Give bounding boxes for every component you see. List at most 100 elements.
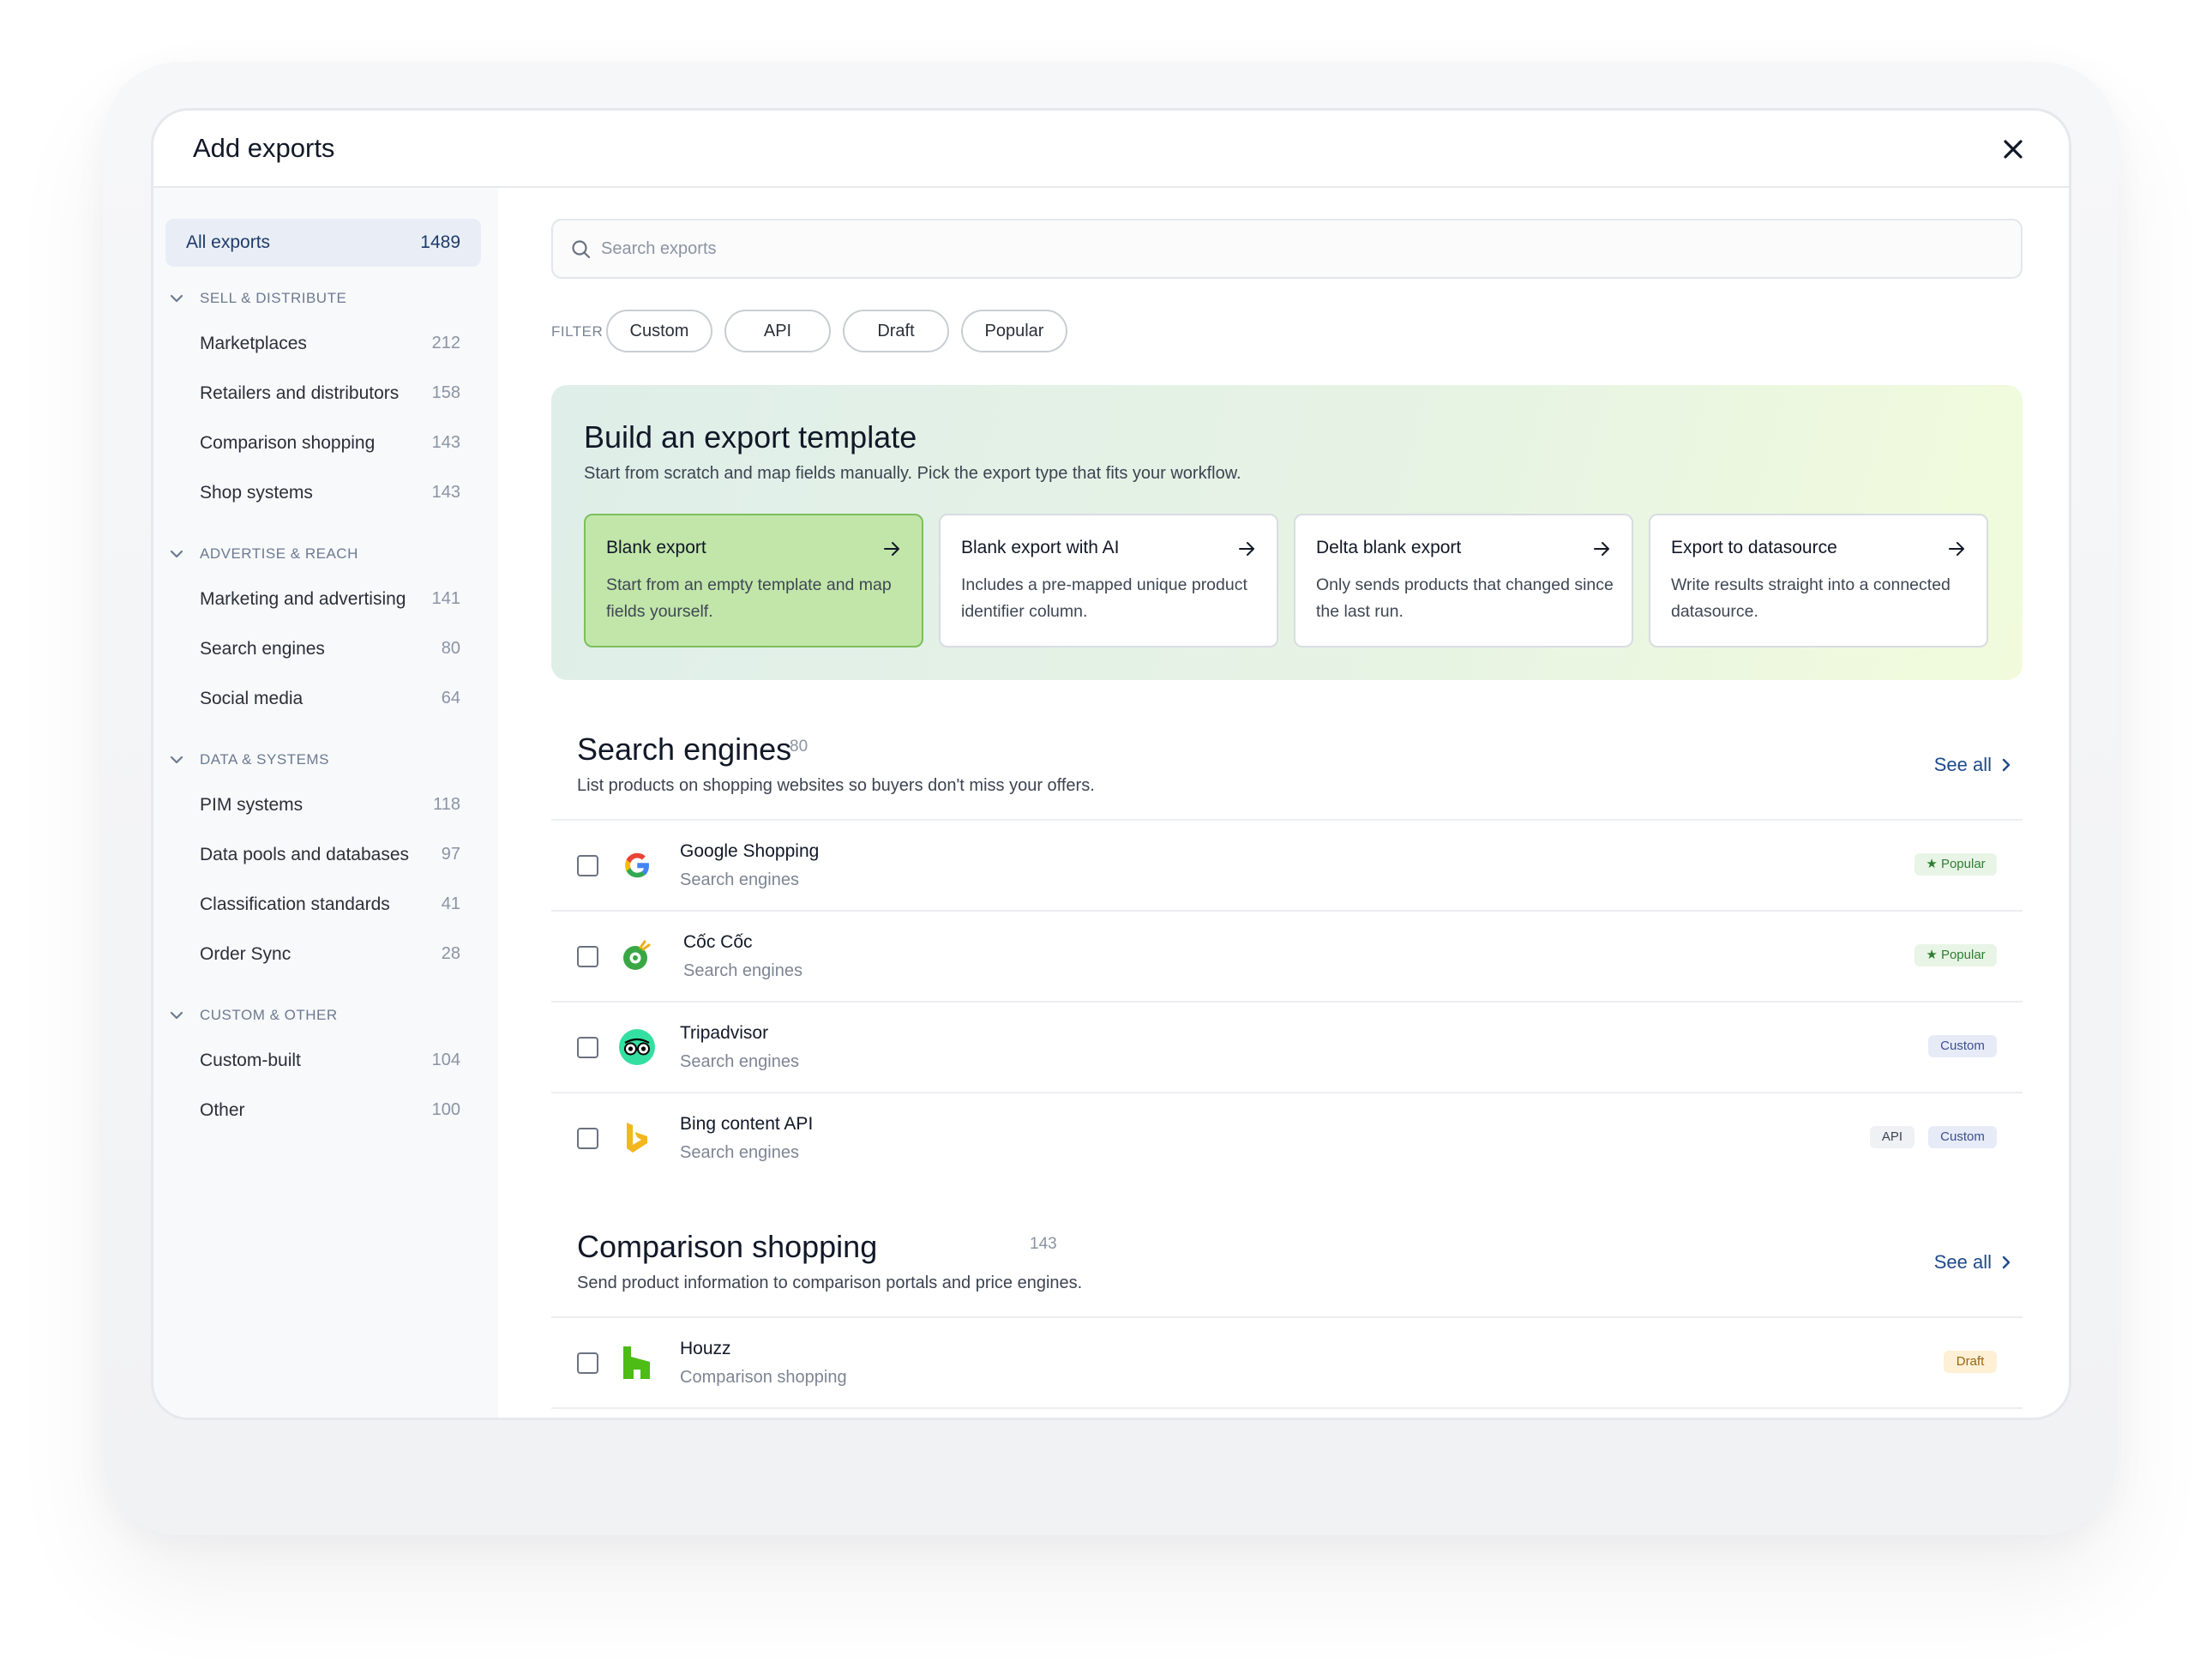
- row-checkbox[interactable]: [577, 946, 598, 967]
- list-item-bing-content-api[interactable]: Bing content API Search engines API Cust…: [551, 1093, 2023, 1183]
- search-input[interactable]: [601, 220, 1990, 277]
- modal-title: Add exports: [193, 133, 335, 163]
- sidebar-item-label: Search engines: [200, 639, 325, 659]
- sidebar-item-label: Classification standards: [200, 894, 390, 914]
- list-item-google-shopping[interactable]: Google Shopping Search engines ★ Popular: [551, 821, 2023, 910]
- group-title: ADVERTISE & REACH: [200, 545, 358, 562]
- filter-chip-draft[interactable]: Draft: [843, 310, 949, 352]
- sidebar-item-comparison-shopping[interactable]: Comparison shopping 143: [153, 426, 498, 461]
- row-checkbox[interactable]: [577, 1037, 598, 1058]
- section-title-comparison-shopping: Comparison shopping: [577, 1229, 878, 1264]
- arrow-right-icon: [884, 542, 899, 556]
- template-card-delta-blank-export[interactable]: Delta blank export Only sends products t…: [1294, 514, 1633, 647]
- divider: [551, 1407, 2023, 1409]
- sidebar-item-custom-built[interactable]: Custom-built 104: [153, 1044, 498, 1078]
- status-badge-api: API: [1870, 1126, 1914, 1148]
- sidebar-item-marketplaces[interactable]: Marketplaces 212: [153, 327, 498, 361]
- template-card-title: Blank export: [606, 538, 706, 557]
- modal-header: Add exports: [153, 111, 2069, 188]
- sidebar-item-all-exports[interactable]: All exports 1489: [165, 219, 481, 267]
- sidebar-item-label: Social media: [200, 689, 304, 708]
- row-name: Bing content API: [680, 1114, 814, 1134]
- chevron-down-icon: [170, 1011, 183, 1020]
- main-content: FILTER BY Custom API Draft Popular Build…: [498, 188, 2069, 1418]
- sidebar-item-count: 28: [441, 944, 460, 963]
- sidebar-item-retailers[interactable]: Retailers and distributors 158: [153, 376, 498, 411]
- chevron-right-icon: [2002, 758, 2011, 772]
- sidebar-item-count: 41: [441, 894, 460, 913]
- filter-chip-api[interactable]: API: [724, 310, 831, 352]
- chevron-down-icon: [170, 756, 183, 764]
- see-all-link-search-engines[interactable]: See all: [1933, 754, 2011, 776]
- sidebar-item-data-pools[interactable]: Data pools and databases 97: [153, 838, 498, 872]
- sidebar-item-label: All exports: [186, 232, 271, 252]
- group-title: CUSTOM & OTHER: [200, 1007, 338, 1023]
- template-card-export-to-datasource[interactable]: Export to datasource Write results strai…: [1649, 514, 1988, 647]
- sidebar-item-social-media[interactable]: Social media 64: [153, 682, 498, 716]
- see-all-link-comparison-shopping[interactable]: See all: [1933, 1251, 2011, 1274]
- sidebar-item-label: Marketplaces: [200, 334, 307, 353]
- row-category: Search engines: [680, 870, 799, 889]
- close-icon: [2004, 140, 2023, 159]
- sidebar-item-other[interactable]: Other 100: [153, 1093, 498, 1128]
- filter-chip-custom[interactable]: Custom: [606, 310, 712, 352]
- group-title: SELL & DISTRIBUTE: [200, 290, 347, 306]
- sidebar-item-shop-systems[interactable]: Shop systems 143: [153, 476, 498, 510]
- sidebar-item-search-engines[interactable]: Search engines 80: [153, 632, 498, 666]
- sidebar-item-pim-systems[interactable]: PIM systems 118: [153, 788, 498, 822]
- sidebar-item-count: 158: [431, 383, 460, 402]
- close-button[interactable]: [1997, 133, 2029, 166]
- export-template-panel: Build an export template Start from scra…: [551, 385, 2023, 680]
- sidebar-item-label: Other: [200, 1100, 245, 1120]
- sidebar-item-marketing[interactable]: Marketing and advertising 141: [153, 582, 498, 617]
- bing-logo: [627, 1123, 647, 1153]
- section-count: 80: [790, 738, 808, 756]
- chevron-right-icon: [2002, 1256, 2011, 1269]
- row-checkbox[interactable]: [577, 1352, 598, 1374]
- list-item-houzz[interactable]: Houzz Comparison shopping Draft: [551, 1318, 2023, 1407]
- sidebar-item-count: 100: [431, 1100, 460, 1119]
- row-category: Search engines: [683, 961, 802, 980]
- arrow-right-icon: [1949, 542, 1964, 556]
- arrow-right-icon: [1594, 542, 1609, 556]
- section-count: 143: [1030, 1235, 1057, 1253]
- row-category: Search engines: [680, 1052, 799, 1071]
- sidebar-item-count: 97: [441, 845, 460, 864]
- template-card-title: Export to datasource: [1671, 538, 1837, 557]
- list-item-tripadvisor[interactable]: Tripadvisor Search engines Custom: [551, 1003, 2023, 1092]
- houzz-logo: [623, 1346, 650, 1379]
- template-card-blank-export[interactable]: Blank export Start from an empty templat…: [584, 514, 923, 647]
- chevron-down-icon: [170, 550, 183, 558]
- row-name: Google Shopping: [680, 841, 820, 861]
- sidebar-item-label: PIM systems: [200, 795, 304, 815]
- status-badge-custom: Custom: [1928, 1035, 1997, 1057]
- status-badge-popular: ★ Popular: [1914, 944, 1997, 966]
- see-all-label: See all: [1933, 1251, 1992, 1273]
- list-item-coc-coc[interactable]: Cốc Cốc Search engines ★ Popular: [551, 912, 2023, 1001]
- status-badge-draft: Draft: [1944, 1351, 1997, 1373]
- template-card-blank-export-ai[interactable]: Blank export with AI Includes a pre-mapp…: [939, 514, 1278, 647]
- sidebar-item-count: 80: [441, 639, 460, 658]
- sidebar-item-count: 141: [431, 589, 460, 608]
- sidebar-item-label: Comparison shopping: [200, 433, 376, 453]
- sidebar-item-label: Shop systems: [200, 483, 313, 503]
- template-card-desc: Start from an empty template and map fie…: [606, 575, 892, 621]
- template-card-desc: Includes a pre-mapped unique product ide…: [961, 575, 1247, 621]
- coccoc-logo: [623, 940, 651, 970]
- search-icon: [572, 240, 591, 259]
- see-all-label: See all: [1933, 754, 1992, 775]
- badge-label: Popular: [1940, 857, 1986, 871]
- template-card-title: Delta blank export: [1316, 538, 1462, 557]
- sidebar-item-count: 64: [441, 689, 460, 708]
- row-checkbox[interactable]: [577, 1128, 598, 1149]
- row-name: Houzz: [680, 1339, 731, 1358]
- sidebar-item-count: 1489: [420, 232, 460, 252]
- filter-chip-popular[interactable]: Popular: [961, 310, 1067, 352]
- row-name: Cốc Cốc: [683, 932, 753, 952]
- sidebar-item-classification[interactable]: Classification standards 41: [153, 888, 498, 922]
- sidebar-item-count: 143: [431, 433, 460, 452]
- section-title-search-engines: Search engines: [577, 732, 792, 767]
- row-checkbox[interactable]: [577, 855, 598, 876]
- sidebar-item-order-sync[interactable]: Order Sync 28: [153, 937, 498, 972]
- sidebar-item-label: Custom-built: [200, 1051, 301, 1070]
